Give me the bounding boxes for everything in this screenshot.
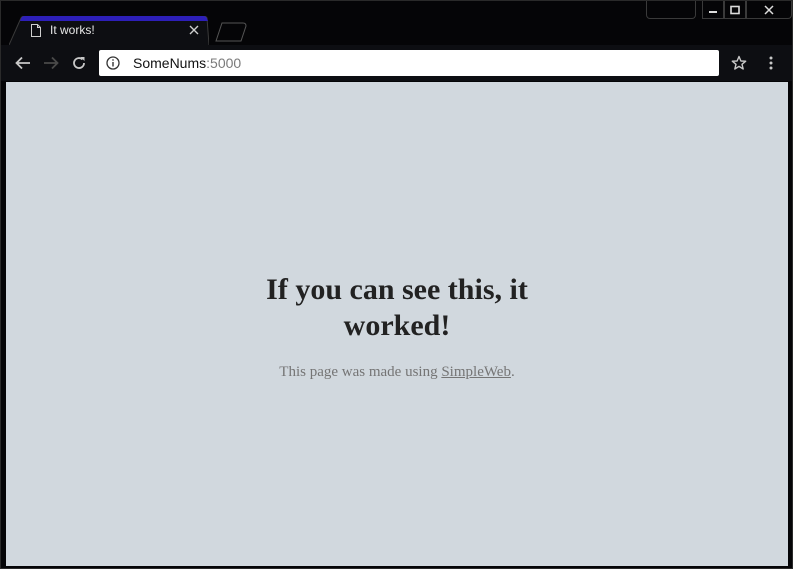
vertical-dots-icon[interactable]: [763, 53, 779, 73]
page-heading: If you can see this, it worked!: [266, 273, 528, 342]
page-content: If you can see this, it worked! This pag…: [6, 272, 788, 381]
minimize-icon[interactable]: [702, 1, 724, 19]
star-icon[interactable]: [729, 53, 749, 73]
url-host: SomeNums: [133, 55, 207, 71]
window-close-icon[interactable]: [746, 1, 792, 19]
tab-accent-bar: [20, 16, 208, 21]
window-controls: [646, 1, 792, 21]
back-arrow-icon[interactable]: [13, 53, 33, 73]
url-port: :5000: [206, 55, 242, 71]
maximize-icon[interactable]: [724, 1, 746, 19]
window-caption-button[interactable]: [646, 1, 696, 19]
forward-arrow-icon[interactable]: [41, 53, 61, 73]
browser-window: It works! SomeNums:5000 If you can see …: [0, 0, 793, 569]
reload-icon[interactable]: [69, 53, 89, 73]
tab-title: It works!: [50, 23, 95, 37]
simpleweb-link[interactable]: SimpleWeb: [441, 364, 511, 380]
title-bar: It works!: [1, 1, 792, 45]
new-tab-button[interactable]: [213, 22, 249, 42]
page-icon: [31, 24, 41, 42]
toolbar: SomeNums:5000: [1, 45, 792, 81]
tab-it-works[interactable]: It works!: [9, 16, 209, 45]
info-icon[interactable]: [106, 56, 120, 70]
made-using-suffix: .: [510, 364, 515, 380]
made-using-text: This page was made using SimpleWeb.: [6, 364, 788, 381]
made-using-prefix: This page was made using: [279, 364, 442, 380]
address-bar[interactable]: SomeNums:5000: [99, 50, 719, 76]
close-icon[interactable]: [187, 23, 201, 37]
page-viewport: If you can see this, it worked! This pag…: [6, 82, 788, 566]
